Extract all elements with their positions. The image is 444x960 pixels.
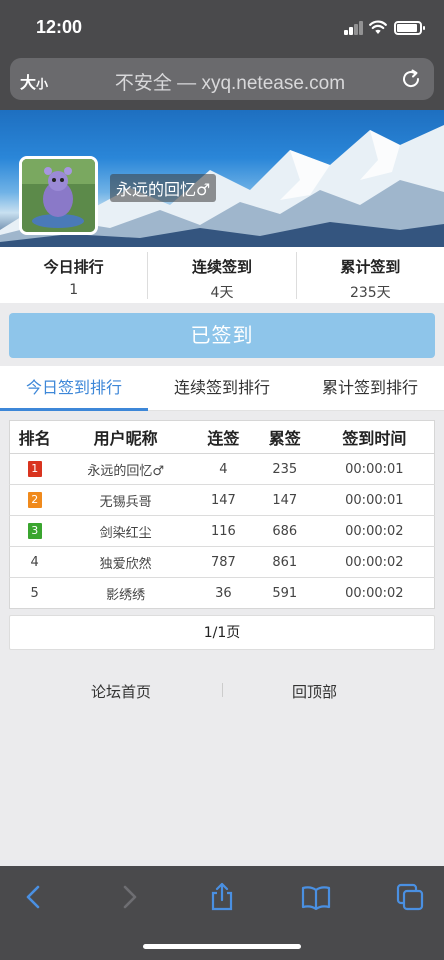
forum-home-link[interactable]: 论坛首页 xyxy=(91,681,151,702)
username-label: 永远的回忆♂ xyxy=(110,174,217,202)
back-icon[interactable] xyxy=(19,882,49,912)
stat-total: 累计签到 235天 xyxy=(297,252,444,301)
streak-cell: 147 xyxy=(191,484,255,516)
stat-value: 235天 xyxy=(349,285,391,301)
streak-cell: 116 xyxy=(191,515,255,547)
signed-in-button[interactable]: 已签到 xyxy=(9,313,435,358)
tab-consecutive-ranking[interactable]: 连续签到排行 xyxy=(148,366,296,410)
stat-label: 连续签到 xyxy=(191,258,252,276)
header-nickname: 用户昵称 xyxy=(59,420,192,454)
home-indicator xyxy=(143,944,301,949)
bookmarks-icon[interactable] xyxy=(301,882,331,912)
text-size-button[interactable]: 大小 xyxy=(20,69,48,93)
stat-consecutive: 连续签到 4天 xyxy=(148,252,297,301)
tabs-icon[interactable] xyxy=(395,882,425,912)
table-row: 5 影绣绣 36 591 00:00:02 xyxy=(9,577,435,609)
header-streak: 连签 xyxy=(191,420,255,454)
nickname-cell[interactable]: 独爱欣然 xyxy=(59,546,192,578)
header-sign-time: 签到时间 xyxy=(314,420,435,454)
total-cell: 591 xyxy=(254,577,315,609)
time-cell: 00:00:01 xyxy=(314,484,435,516)
streak-cell: 787 xyxy=(191,546,255,578)
profile-banner: 永远的回忆♂ xyxy=(0,110,444,247)
time-cell: 00:00:02 xyxy=(314,546,435,578)
ranking-table: 排名 用户昵称 连签 累签 签到时间 1 永远的回忆♂ 4 235 00:00:… xyxy=(9,420,435,609)
footer-links: 论坛首页 回顶部 xyxy=(0,676,444,706)
battery-icon xyxy=(394,21,425,35)
browser-address-area: 大小 不安全 — xyq.netease.com xyxy=(0,52,444,110)
rank-cell: 5 xyxy=(9,577,60,609)
streak-cell: 4 xyxy=(191,453,255,485)
time-cell: 00:00:02 xyxy=(314,515,435,547)
nickname-cell[interactable]: 影绣绣 xyxy=(59,577,192,609)
avatar[interactable] xyxy=(19,156,98,235)
rank-medal: 2 xyxy=(27,492,42,508)
table-row: 4 独爱欣然 787 861 00:00:02 xyxy=(9,546,435,578)
nickname-cell[interactable]: 无锡兵哥 xyxy=(59,484,192,516)
sign-in-stats: 今日排行 1 连续签到 4天 累计签到 235天 xyxy=(0,247,444,303)
table-row: 2 无锡兵哥 147 147 00:00:01 xyxy=(9,484,435,516)
tab-today-ranking[interactable]: 今日签到排行 xyxy=(0,366,148,411)
divider xyxy=(222,683,223,697)
streak-cell: 36 xyxy=(191,577,255,609)
header-rank: 排名 xyxy=(9,420,60,454)
address-bar[interactable]: 大小 不安全 — xyq.netease.com xyxy=(10,58,434,100)
time-cell: 00:00:02 xyxy=(314,577,435,609)
total-cell: 861 xyxy=(254,546,315,578)
table-row: 1 永远的回忆♂ 4 235 00:00:01 xyxy=(9,453,435,485)
forward-icon[interactable] xyxy=(114,882,144,912)
time-cell: 00:00:01 xyxy=(314,453,435,485)
reload-icon[interactable] xyxy=(400,68,422,90)
ranking-tabs: 今日签到排行 连续签到排行 累计签到排行 xyxy=(0,366,444,411)
stat-label: 累计签到 xyxy=(340,258,401,276)
table-row: 3 剑染红尘 116 686 00:00:02 xyxy=(9,515,435,547)
wifi-icon xyxy=(369,20,387,34)
nickname-cell[interactable]: 永远的回忆♂ xyxy=(59,453,192,485)
table-header-row: 排名 用户昵称 连签 累签 签到时间 xyxy=(9,420,435,454)
url-text[interactable]: 不安全 — xyq.netease.com xyxy=(70,68,390,95)
status-bar: 12:00 xyxy=(0,0,444,52)
pagination[interactable]: 1/1页 xyxy=(9,615,435,650)
total-cell: 235 xyxy=(254,453,315,485)
tab-total-ranking[interactable]: 累计签到排行 xyxy=(296,366,444,410)
stat-value: 4天 xyxy=(210,285,234,301)
total-cell: 686 xyxy=(254,515,315,547)
total-cell: 147 xyxy=(254,484,315,516)
nickname-cell[interactable]: 剑染红尘 xyxy=(59,515,192,547)
stat-today-rank: 今日排行 1 xyxy=(0,252,149,299)
cellular-signal-icon xyxy=(344,21,364,35)
share-icon[interactable] xyxy=(207,882,237,912)
header-total: 累签 xyxy=(254,420,315,454)
rank-medal: 3 xyxy=(27,523,42,539)
stat-value: 1 xyxy=(69,282,79,298)
rank-cell: 4 xyxy=(9,546,60,578)
back-to-top-link[interactable]: 回顶部 xyxy=(292,681,337,702)
stat-label: 今日排行 xyxy=(43,258,104,276)
rank-medal: 1 xyxy=(27,461,42,477)
status-time: 12:00 xyxy=(36,17,83,37)
